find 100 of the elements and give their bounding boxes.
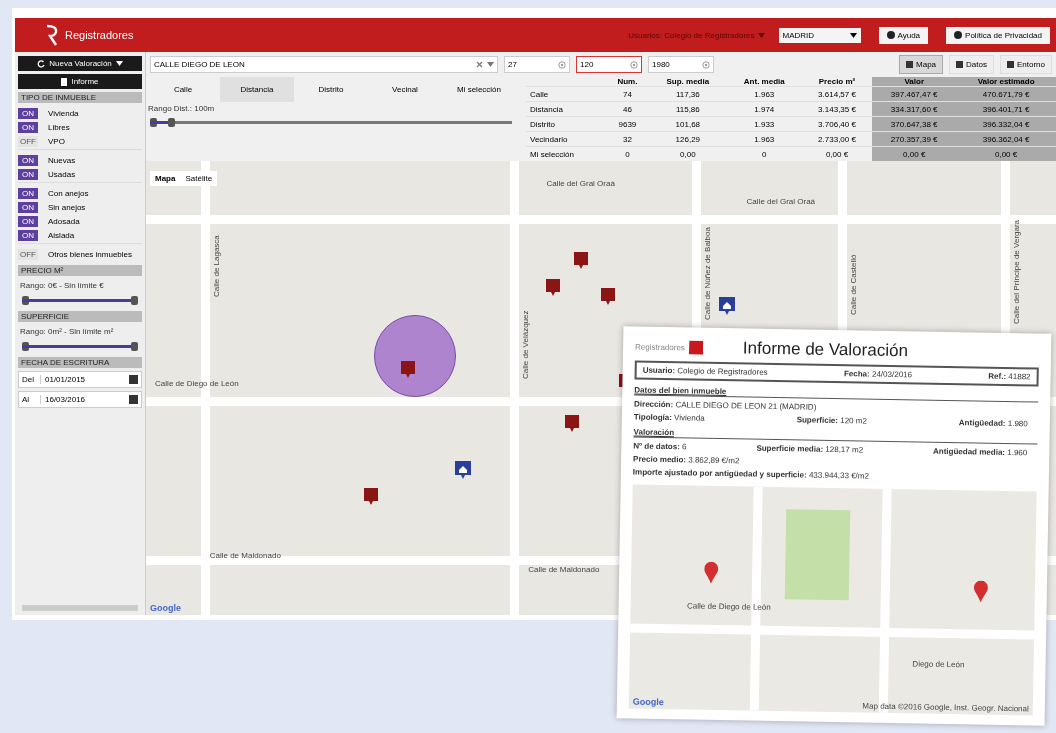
marker-icon[interactable]: [601, 288, 615, 306]
street-label: Calle de Diego de León: [155, 378, 239, 388]
table-cell: 396.362,04 €: [956, 131, 1056, 147]
toggle-label: Sin anejos: [48, 203, 86, 212]
section-heading: SUPERFICIE: [18, 311, 142, 322]
report-field: Fecha: 24/03/2016: [843, 369, 913, 380]
toggle-switch[interactable]: ON: [18, 188, 38, 199]
google-logo: Google: [632, 696, 664, 708]
new-valuation-button[interactable]: Nueva Valoración: [18, 56, 142, 71]
table-cell: 397.467,47 €: [872, 86, 957, 102]
house-marker-icon[interactable]: [719, 297, 736, 316]
range-label: Rango: 0€ - Sin límite €: [19, 280, 105, 292]
range-slider[interactable]: [22, 299, 138, 302]
marker-icon[interactable]: [546, 279, 561, 297]
table-cell: 470.671,79 €: [956, 86, 1056, 102]
map-pin-icon: [974, 580, 989, 603]
marker-icon[interactable]: [564, 415, 579, 433]
column-header: Precio m²: [801, 77, 873, 87]
tab[interactable]: Distancia: [220, 77, 294, 102]
table-cell: 334.317,60 €: [872, 101, 957, 117]
range-slider[interactable]: [22, 345, 138, 348]
logo-text: Registradores: [635, 342, 685, 352]
view-button[interactable]: Mapa: [899, 55, 944, 74]
marker-icon[interactable]: [400, 360, 415, 378]
house-marker-icon[interactable]: [455, 460, 472, 479]
range-label: Rango: 0m² - Sin límite m²: [19, 326, 115, 338]
table-cell: 1.963: [726, 131, 802, 147]
report-field: Antigüedad media: 1.960: [932, 446, 1028, 458]
table-cell: 1.933: [726, 116, 802, 132]
marker-icon[interactable]: [573, 251, 588, 269]
section-heading: TIPO DE INMUEBLE: [18, 92, 142, 103]
view-button[interactable]: Entorno: [999, 55, 1052, 74]
distance-slider[interactable]: [150, 121, 512, 124]
table-cell: 1.974: [726, 101, 802, 117]
toggle-label: Vivienda: [48, 109, 79, 118]
document-icon: [61, 77, 68, 86]
scrollbar[interactable]: [22, 605, 138, 611]
toggle-switch[interactable]: ON: [18, 155, 38, 166]
caret-icon: [115, 61, 123, 66]
table-cell: 270.357,39 €: [872, 131, 957, 147]
report-button[interactable]: Informe: [18, 74, 142, 89]
view-icon: [956, 61, 964, 68]
view-icon: [1006, 61, 1014, 68]
refresh-icon: [37, 59, 46, 68]
table-cell: 46: [605, 101, 649, 117]
table-cell: 0,00 €: [956, 146, 1056, 161]
column-header: Valor: [872, 77, 957, 87]
address-field[interactable]: CALLE DIEGO DE LEON: [150, 56, 498, 73]
info-icon: [954, 31, 963, 39]
street-label: Calle del Príncipe de Vergara: [1012, 220, 1022, 325]
table-cell: Calle: [526, 86, 606, 102]
toggle-switch[interactable]: ON: [18, 230, 38, 241]
clear-icon[interactable]: [476, 61, 483, 68]
toggle-label: Nuevas: [48, 156, 76, 165]
range-label: Rango Dist.: 100m: [147, 103, 216, 115]
header-button[interactable]: Política de Privacidad: [946, 26, 1050, 44]
toggle-label: Usadas: [48, 170, 76, 179]
logo-icon: [45, 24, 59, 46]
header-button[interactable]: Ayuda: [878, 26, 929, 44]
area-field[interactable]: 120: [576, 56, 642, 73]
table-cell: 9639: [605, 116, 649, 132]
street-label: Calle de Maldonado: [528, 565, 600, 575]
report-field: Ref.: 41882: [988, 371, 1031, 382]
marker-icon[interactable]: [364, 487, 379, 505]
section-heading: FECHA DE ESCRITURA: [18, 357, 142, 368]
table-cell: Distancia: [526, 101, 606, 117]
report-title: Informe de Valoración: [742, 338, 909, 362]
report-field: Usuario: Colegio de Registradores: [642, 365, 768, 377]
section-heading: PRECIO M²: [18, 265, 142, 276]
city-select[interactable]: MADRID: [778, 27, 861, 43]
spinner-icon[interactable]: [558, 60, 566, 69]
view-button[interactable]: Datos: [949, 55, 994, 74]
table-cell: 74: [605, 86, 649, 102]
date-field[interactable]: Al 16/03/2016: [18, 391, 142, 408]
year-field[interactable]: 1980: [648, 56, 714, 73]
spinner-icon[interactable]: [702, 60, 710, 69]
report-field: Importe ajustado por antigüedad y superficie: 433.944,33 €/m2: [632, 467, 1037, 484]
column-header: Num.: [605, 77, 649, 87]
toggle-switch[interactable]: OFF: [18, 249, 38, 260]
toggle-label: Con anejos: [48, 189, 89, 198]
table-cell: 126,29: [648, 131, 727, 147]
toggle-switch[interactable]: ON: [18, 216, 38, 227]
table-cell: 370.647,38 €: [872, 116, 957, 132]
google-logo: Google: [150, 603, 181, 613]
column-header: Valor estimado: [956, 77, 1056, 87]
street-label: Calle de Núñez de Balboa: [702, 226, 712, 320]
date-field[interactable]: Del 01/01/2015: [18, 371, 142, 388]
number-field[interactable]: 27: [504, 56, 570, 73]
view-icon: [906, 61, 914, 68]
street-label: Calle del Gral Oraá: [746, 197, 816, 207]
spinner-icon[interactable]: [630, 60, 638, 69]
map-pin-icon: [703, 561, 719, 585]
caret-icon: [849, 32, 857, 38]
street-label: Calle de Lagasca: [211, 235, 221, 298]
toggle-label: VPO: [48, 137, 65, 146]
toggle-switch[interactable]: ON: [18, 122, 38, 133]
toggle-switch[interactable]: ON: [18, 108, 38, 119]
toggle-switch[interactable]: ON: [18, 169, 38, 180]
toggle-switch[interactable]: OFF: [18, 136, 38, 147]
toggle-switch[interactable]: ON: [18, 202, 38, 213]
